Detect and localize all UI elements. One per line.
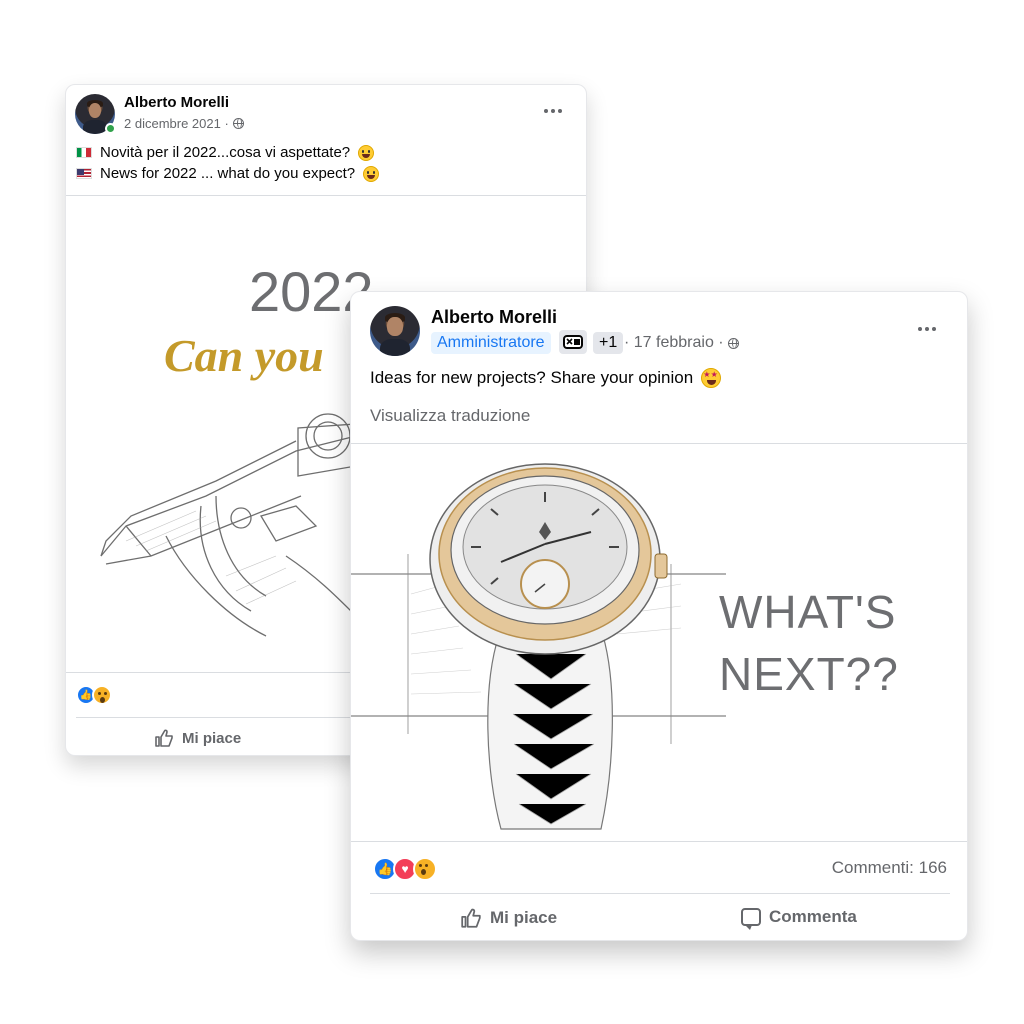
like-button-label: Mi piace xyxy=(490,908,558,927)
grinning-emoji-icon xyxy=(358,144,375,161)
image-tagline-text: Can you xyxy=(164,330,324,381)
comment-button[interactable]: Commenta xyxy=(741,907,857,930)
post-card-front: Alberto Morelli Amministratore +1 · 17 f… xyxy=(350,291,968,941)
thumbs-up-icon xyxy=(155,729,173,747)
globe-icon xyxy=(727,337,739,349)
like-button-label: Mi piace xyxy=(182,729,242,747)
author-name[interactable]: Alberto Morelli xyxy=(124,94,229,111)
like-button[interactable]: Mi piace xyxy=(460,907,557,929)
divider xyxy=(351,841,967,842)
star-struck-emoji-icon xyxy=(701,368,722,388)
post-text-line-en: News for 2022 ... what do you expect? xyxy=(76,165,380,182)
image-line1-text: WHAT'S xyxy=(719,586,896,638)
author-name[interactable]: Alberto Morelli xyxy=(431,307,557,328)
comment-button-label: Commenta xyxy=(769,907,857,926)
post-date[interactable]: 2 dicembre 2021 · xyxy=(124,116,229,131)
wow-reaction-icon xyxy=(413,857,437,881)
post-text: Ideas for new projects? Share your opini… xyxy=(370,368,722,388)
author-avatar[interactable] xyxy=(370,306,420,356)
comment-icon xyxy=(741,908,761,930)
wow-reaction-icon xyxy=(92,685,112,705)
translate-link[interactable]: Visualizza traduzione xyxy=(370,406,530,426)
thumbs-up-icon xyxy=(461,908,481,928)
reactions-summary[interactable]: 👍 xyxy=(76,685,112,705)
admin-badge[interactable]: Amministratore xyxy=(431,332,551,354)
like-button[interactable]: Mi piace xyxy=(154,728,241,748)
watch-sketch-image: WHAT'S NEXT?? xyxy=(351,463,899,830)
more-options-icon[interactable] xyxy=(918,327,936,331)
post-text-line-it: Novità per il 2022...cosa vi aspettate? xyxy=(76,144,375,161)
post-image[interactable]: WHAT'S NEXT?? xyxy=(351,444,967,840)
top-fan-badge-icon[interactable] xyxy=(559,330,587,354)
divider xyxy=(370,893,950,894)
italy-flag-icon xyxy=(76,147,92,158)
post-date[interactable]: · 17 febbraio · xyxy=(624,334,724,352)
post-meta: 2 dicembre 2021 · xyxy=(124,116,244,131)
post-meta: · 17 febbraio · xyxy=(624,334,739,352)
usa-flag-icon xyxy=(76,168,92,179)
globe-icon xyxy=(232,118,244,129)
grinning-emoji-icon xyxy=(363,165,380,182)
online-status-icon xyxy=(105,123,116,134)
extra-badge[interactable]: +1 xyxy=(593,332,624,354)
more-options-icon[interactable] xyxy=(544,109,562,113)
image-line2-text: NEXT?? xyxy=(719,648,899,700)
comments-count[interactable]: Commenti: 166 xyxy=(832,858,947,878)
reactions-summary[interactable]: 👍 ♥ xyxy=(373,857,437,881)
